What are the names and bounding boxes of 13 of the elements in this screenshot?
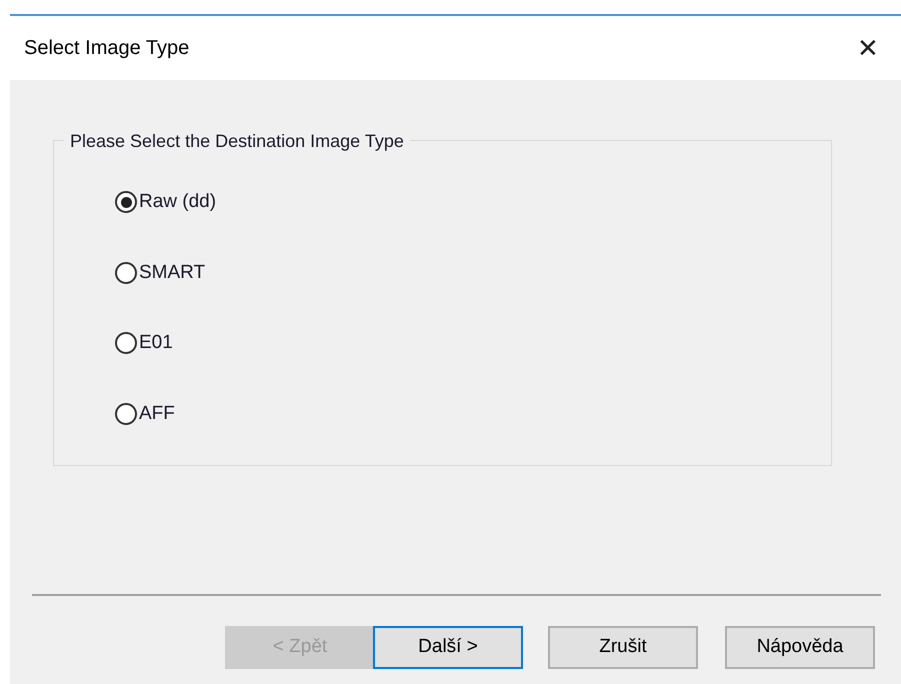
dialog-button[interactable]: Zrušit bbox=[548, 626, 698, 669]
radio-option[interactable]: E01 bbox=[115, 329, 831, 358]
dialog-button[interactable]: Nápověda bbox=[725, 626, 875, 669]
radio-option[interactable]: SMART bbox=[115, 258, 831, 287]
dialog-button[interactable]: Další > bbox=[373, 626, 523, 669]
window-title: Select Image Type bbox=[24, 36, 190, 61]
radio-button[interactable] bbox=[115, 262, 137, 284]
radio-option[interactable]: Raw (dd) bbox=[115, 188, 831, 216]
radio-option[interactable]: AFF bbox=[115, 400, 831, 428]
radio-button[interactable] bbox=[115, 332, 137, 354]
close-button[interactable]: ✕ bbox=[849, 35, 887, 61]
radio-button[interactable] bbox=[115, 191, 137, 214]
radio-button[interactable] bbox=[115, 402, 137, 425]
